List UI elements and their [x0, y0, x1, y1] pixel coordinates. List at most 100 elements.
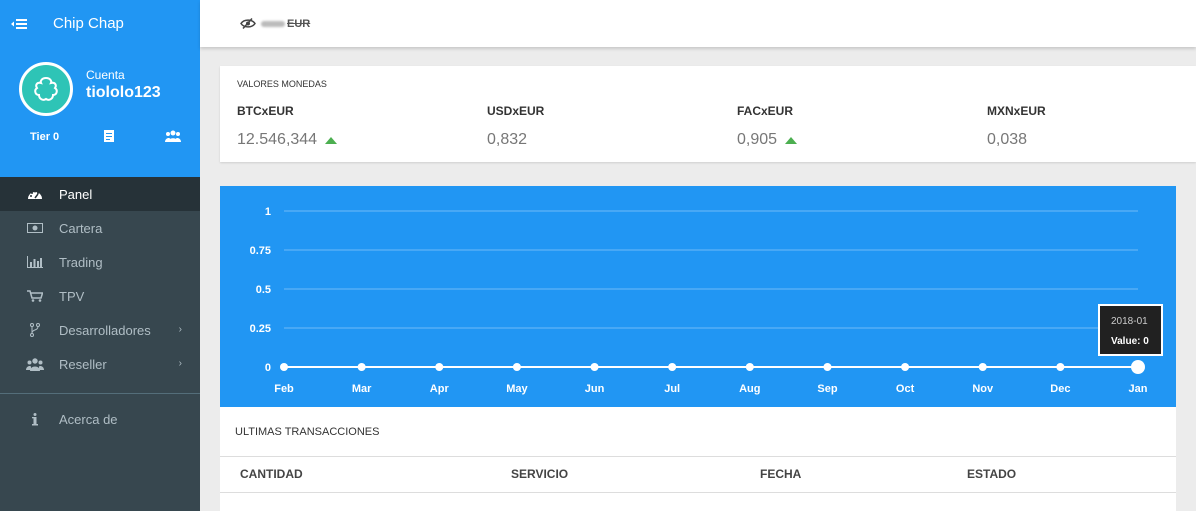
y-tick-label: 0.75	[250, 245, 271, 257]
rate-fac: FACxEUR 0,905	[737, 104, 798, 149]
tier-label: Tier 0	[30, 131, 60, 143]
profile-panel: Cuenta tiololo123 Tier 0	[0, 47, 200, 177]
y-tick-label: 0.25	[250, 323, 271, 335]
rate-value: 0,905	[737, 131, 778, 148]
column-header-fecha[interactable]: FECHA	[760, 467, 801, 481]
rate-value-row: 0,038	[987, 131, 1046, 149]
y-tick-label: 1	[265, 206, 271, 218]
rate-value-row: 0,905	[737, 131, 798, 149]
sidebar-item-label: Reseller	[59, 356, 107, 372]
money-icon	[26, 223, 44, 233]
data-point	[357, 363, 366, 371]
sidebar-item-reseller[interactable]: Reseller ›	[0, 347, 200, 381]
chevron-right-icon: ›	[178, 358, 182, 369]
trend-up-icon	[325, 136, 338, 144]
rate-name: BTCxEUR	[237, 104, 294, 118]
data-point	[280, 363, 288, 371]
users-icon	[26, 357, 44, 371]
data-point	[512, 363, 521, 371]
data-point	[745, 363, 754, 371]
code-fork-icon	[26, 323, 44, 337]
x-tick-label: Oct	[896, 383, 915, 395]
account-label: Cuenta	[86, 68, 125, 82]
menu-toggle-icon[interactable]	[0, 18, 38, 29]
sidebar-item-label: Cartera	[59, 220, 103, 236]
chevron-right-icon: ›	[178, 324, 182, 335]
x-tick-label: Mar	[352, 383, 372, 395]
data-point	[1131, 360, 1145, 374]
sidebar-item-label: TPV	[59, 288, 85, 304]
x-tick-label: Apr	[430, 383, 450, 395]
transactions-title: ULTIMAS TRANSACCIONES	[235, 426, 380, 438]
x-tick-label: Jun	[585, 383, 605, 395]
account-username: tiololo123	[86, 84, 161, 101]
brand-bar: Chip Chap	[0, 0, 200, 47]
info-icon	[26, 412, 44, 426]
sidebar-nav: Panel Cartera Trading TPV Desarrolladore…	[0, 177, 200, 436]
x-tick-label: Jan	[1129, 383, 1148, 395]
rate-usd: USDxEUR 0,832	[487, 104, 544, 149]
transactions-panel: ULTIMAS TRANSACCIONES CANTIDAD SERVICIO …	[220, 407, 1176, 511]
sidebar-item-trading[interactable]: Trading	[0, 245, 200, 279]
sidebar-item-panel[interactable]: Panel	[0, 177, 200, 211]
y-tick-label: 0.5	[256, 284, 271, 296]
x-tick-label: Nov	[972, 383, 994, 395]
rate-btc: BTCxEUR 12.546,344	[237, 104, 338, 149]
x-tick-label: Jul	[664, 383, 680, 395]
x-tick-label: Sep	[817, 383, 837, 395]
rate-value-row: 0,832	[487, 131, 544, 149]
data-point	[668, 363, 677, 371]
data-point	[823, 363, 832, 371]
balance-display[interactable]: EUR	[261, 18, 310, 30]
sidebar-item-label: Acerca de	[59, 411, 118, 427]
data-point	[901, 363, 910, 371]
column-header-estado[interactable]: ESTADO	[967, 467, 1016, 481]
balance-hidden-value	[261, 20, 285, 27]
chart-tooltip: 2018-01 Value: 0	[1098, 304, 1163, 356]
rate-name: MXNxEUR	[987, 104, 1046, 118]
rate-value: 0,038	[987, 131, 1028, 148]
x-tick-label: Feb	[274, 383, 294, 395]
cart-icon	[26, 290, 44, 302]
line-chart[interactable]: 1 0.75 0.5 0.25 0Feb Mar Apr May Jun Jul Aug Sep Oct…	[220, 186, 1176, 407]
x-tick-label: May	[506, 383, 528, 395]
sidebar-item-label: Panel	[59, 186, 93, 202]
column-header-cantidad[interactable]: CANTIDAD	[240, 467, 303, 481]
data-point	[435, 363, 444, 371]
sidebar-item-desarrolladores[interactable]: Desarrolladores ›	[0, 313, 200, 347]
data-point	[978, 363, 987, 371]
data-point	[1056, 363, 1065, 371]
x-tick-label: Aug	[739, 383, 760, 395]
exchange-rates-card: VALORES MONEDAS BTCxEUR 12.546,344 USDxE…	[220, 66, 1196, 162]
eye-slash-icon[interactable]	[240, 18, 256, 29]
tooltip-value: Value: 0	[1111, 336, 1149, 347]
top-bar: EUR	[200, 0, 1196, 47]
rate-name: FACxEUR	[737, 104, 794, 118]
divider	[220, 456, 1176, 457]
rate-name: USDxEUR	[487, 104, 545, 118]
data-point	[590, 363, 599, 371]
sidebar-item-cartera[interactable]: Cartera	[0, 211, 200, 245]
app-title[interactable]: Chip Chap	[53, 15, 124, 32]
x-tick-label: Dec	[1050, 383, 1070, 395]
bar-chart-icon	[26, 256, 44, 268]
avatar[interactable]	[19, 62, 73, 116]
rate-value: 12.546,344	[237, 131, 318, 148]
y-tick-label: 0	[265, 362, 271, 374]
exchange-rates-title: VALORES MONEDAS	[237, 79, 327, 89]
rate-value: 0,832	[487, 131, 528, 148]
trend-up-icon	[785, 136, 798, 144]
balance-currency: EUR	[287, 17, 311, 30]
sidebar-item-tpv[interactable]: TPV	[0, 279, 200, 313]
sidebar: Chip Chap Cuenta tiololo123 Tier 0 Panel	[0, 0, 200, 511]
chart-card: 1 0.75 0.5 0.25 0 Feb Mar Apr May Jun Jul Aug Sep Oct…	[220, 186, 1176, 407]
sidebar-item-acerca[interactable]: Acerca de	[0, 402, 200, 436]
dashboard-icon	[26, 188, 44, 200]
users-icon[interactable]	[165, 129, 181, 147]
nav-divider	[0, 393, 200, 394]
rate-value-row: 12.546,344	[237, 131, 338, 149]
tooltip-date: 2018-01	[1111, 316, 1148, 327]
column-header-servicio[interactable]: SERVICIO	[511, 467, 568, 481]
divider	[220, 492, 1176, 493]
document-icon[interactable]	[104, 129, 114, 147]
